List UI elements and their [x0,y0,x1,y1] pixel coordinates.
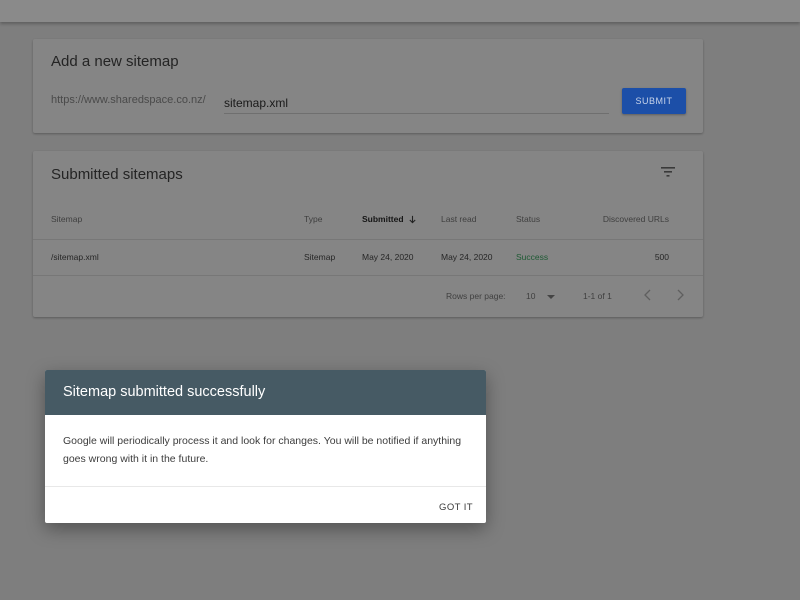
cell-status: Success [516,252,549,262]
sitemap-url-input[interactable] [224,92,609,114]
column-header-type[interactable]: Type [304,214,322,224]
sort-arrow-down-icon [408,215,416,224]
success-dialog: Sitemap submitted successfully Google wi… [45,370,486,523]
submitted-sitemaps-title: Submitted sitemaps [51,166,183,183]
column-header-discovered-urls[interactable]: Discovered URLs [569,214,669,224]
rows-per-page-select[interactable]: 10 [526,291,535,301]
dropdown-arrow-icon[interactable] [547,294,555,300]
header-divider [33,239,703,240]
chevron-left-icon[interactable] [643,289,653,301]
add-sitemap-title: Add a new sitemap [51,53,179,70]
column-header-sitemap[interactable]: Sitemap [51,214,82,224]
submit-button[interactable]: SUBMIT [622,88,686,114]
row-divider [33,275,703,276]
dialog-header: Sitemap submitted successfully [45,370,486,415]
top-app-bar [0,0,800,22]
column-header-status[interactable]: Status [516,214,540,224]
chevron-right-icon[interactable] [675,289,685,301]
dialog-divider [45,486,486,487]
pagination-range: 1-1 of 1 [583,291,612,301]
cell-sitemap: /sitemap.xml [51,252,99,262]
cell-last-read: May 24, 2020 [441,252,493,262]
column-header-submitted[interactable]: Submitted [362,214,417,224]
cell-submitted: May 24, 2020 [362,252,414,262]
add-sitemap-card: Add a new sitemap https://www.sharedspac… [33,39,703,133]
dialog-message: Google will periodically process it and … [63,435,462,465]
column-header-submitted-label: Submitted [362,214,404,224]
submitted-sitemaps-card: Submitted sitemaps Sitemap Type Submitte… [33,151,703,317]
cell-type: Sitemap [304,252,336,262]
sitemap-url-prefix: https://www.sharedspace.co.nz/ [51,94,206,106]
rows-per-page-label: Rows per page: [446,291,506,301]
column-header-last-read[interactable]: Last read [441,214,476,224]
cell-discovered-urls: 500 [654,252,669,262]
got-it-button[interactable]: GOT IT [431,497,481,517]
dialog-title: Sitemap submitted successfully [63,384,266,400]
filter-icon[interactable] [660,165,676,179]
